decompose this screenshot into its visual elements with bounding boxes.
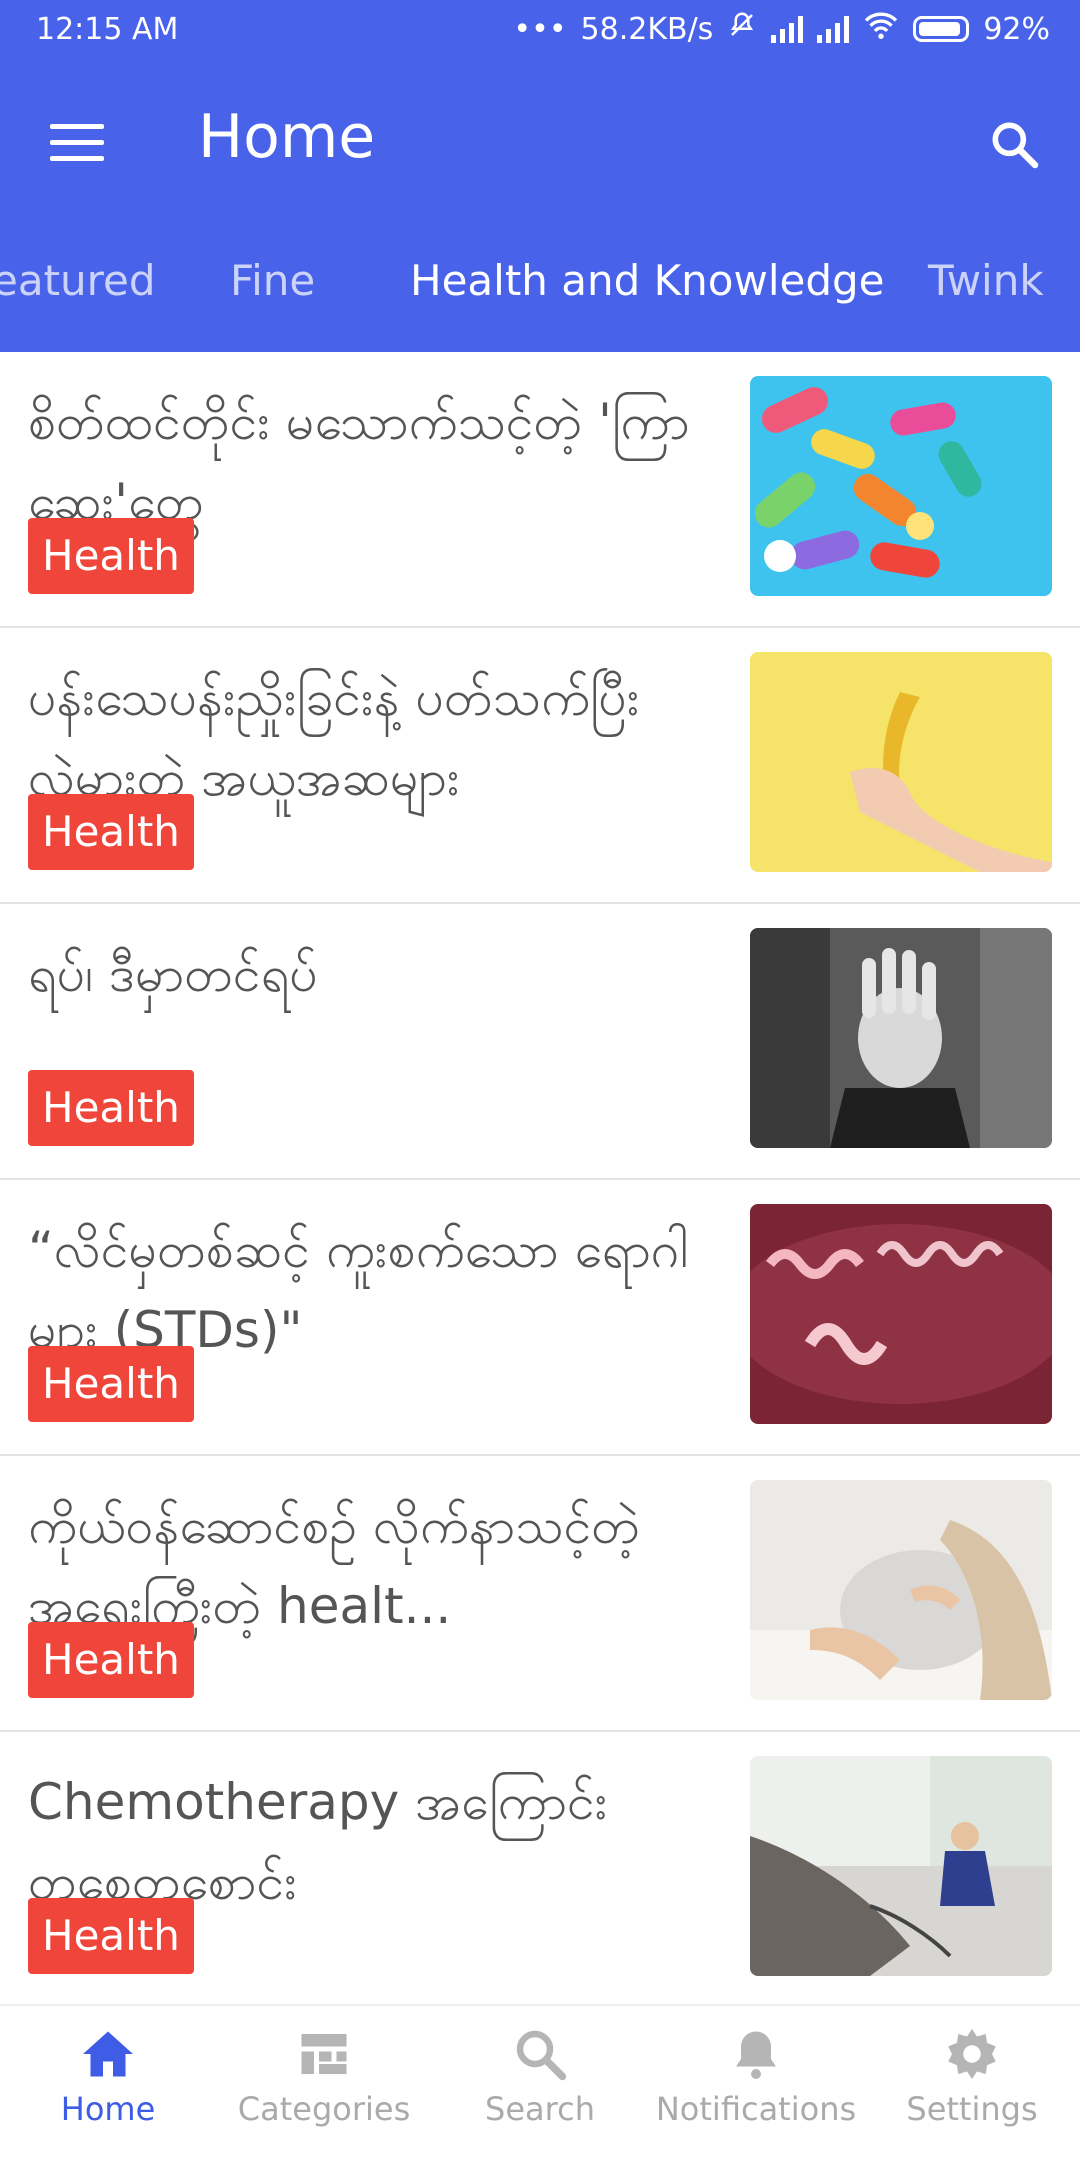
nav-home[interactable]: Home: [0, 2024, 216, 2128]
category-tabs: eatured Fine Health and Knowledge Twink: [0, 222, 1080, 352]
signal-icon-2: [817, 15, 850, 43]
stop-hand-image: [750, 928, 1052, 1148]
bell-icon: [736, 2031, 776, 2079]
banana-image: [750, 652, 1052, 872]
wifi-icon: [863, 10, 899, 48]
mute-bell-icon: [727, 10, 757, 48]
nav-label: Home: [60, 2090, 156, 2128]
gear-icon: [948, 2029, 996, 2079]
battery-icon: [913, 16, 970, 42]
nav-notifications[interactable]: Notifications: [648, 2024, 864, 2128]
bottom-navigation: Home Categories Search Notifications Set…: [0, 2004, 1080, 2162]
signal-icon: [771, 15, 804, 43]
category-badge: Health: [28, 794, 194, 870]
home-icon: [83, 2031, 133, 2077]
nav-label: Categories: [237, 2090, 411, 2128]
nav-search[interactable]: Search: [432, 2024, 648, 2128]
bacteria-image: [750, 1204, 1052, 1424]
article-title: ရပ်၊ ဒီမှာတင်ရပ်: [28, 945, 318, 1003]
list-item[interactable]: ရပ်၊ ဒီမှာတင်ရပ် Health: [0, 904, 1080, 1180]
nav-categories[interactable]: Categories: [216, 2024, 432, 2128]
list-item[interactable]: Chemotherapy အကြောင်း တစေတစောင်း Health: [0, 1732, 1080, 2008]
more-dots-icon: •••: [513, 11, 567, 47]
category-badge: Health: [28, 1898, 194, 1974]
list-item[interactable]: ပန်းသေပန်းညှိုးခြင်းနဲ့ ပတ်သက်ပြီး လွဲမှ…: [0, 628, 1080, 904]
nav-label: Search: [485, 2090, 595, 2128]
category-badge: Health: [28, 1346, 194, 1422]
pregnancy-image: [750, 1480, 1052, 1700]
tab-twink[interactable]: Twink: [928, 256, 1044, 305]
status-bar: 12:15 AM ••• 58.2KB/s 92%: [0, 0, 1080, 62]
list-item[interactable]: ကိုယ်ဝန်ဆောင်စဉ် လိုက်နာသင့်တဲ့ အရေးကြီး…: [0, 1456, 1080, 1732]
search-icon: [992, 122, 1039, 169]
app-header: 12:15 AM ••• 58.2KB/s 92% Home eatured F…: [0, 0, 1080, 352]
list-item[interactable]: စိတ်ထင်တိုင်း မသောက်သင့်တဲ့ 'ကြာဆေး'တွေ …: [0, 352, 1080, 628]
nav-label: Notifications: [655, 2090, 857, 2128]
chemotherapy-image: [750, 1756, 1052, 1976]
toolbar: Home: [0, 62, 1080, 222]
page-title: Home: [198, 102, 376, 172]
list-item[interactable]: “လိင်မှတစ်ဆင့် ကူးစက်သော ရောဂါများ (STDs…: [0, 1180, 1080, 1456]
category-badge: Health: [28, 1622, 194, 1698]
pills-image: [750, 376, 1052, 596]
tab-featured[interactable]: eatured: [0, 256, 156, 305]
category-badge: Health: [28, 518, 194, 594]
article-list: စိတ်ထင်တိုင်း မသောက်သင့်တဲ့ 'ကြာဆေး'တွေ …: [0, 352, 1080, 2008]
status-icons: ••• 58.2KB/s 92%: [513, 10, 1050, 48]
tab-fine[interactable]: Fine: [230, 256, 315, 305]
nav-label: Settings: [906, 2090, 1038, 2128]
nav-settings[interactable]: Settings: [864, 2024, 1080, 2128]
category-badge: Health: [28, 1070, 194, 1146]
search-icon: [516, 2030, 567, 2081]
menu-button[interactable]: [50, 124, 104, 164]
network-speed: 58.2KB/s: [580, 11, 714, 47]
battery-percent: 92%: [983, 11, 1050, 47]
status-time: 12:15 AM: [36, 12, 179, 47]
search-button[interactable]: [986, 116, 1042, 172]
categories-icon: [301, 2034, 347, 2074]
tab-health-and-knowledge[interactable]: Health and Knowledge: [410, 256, 885, 305]
